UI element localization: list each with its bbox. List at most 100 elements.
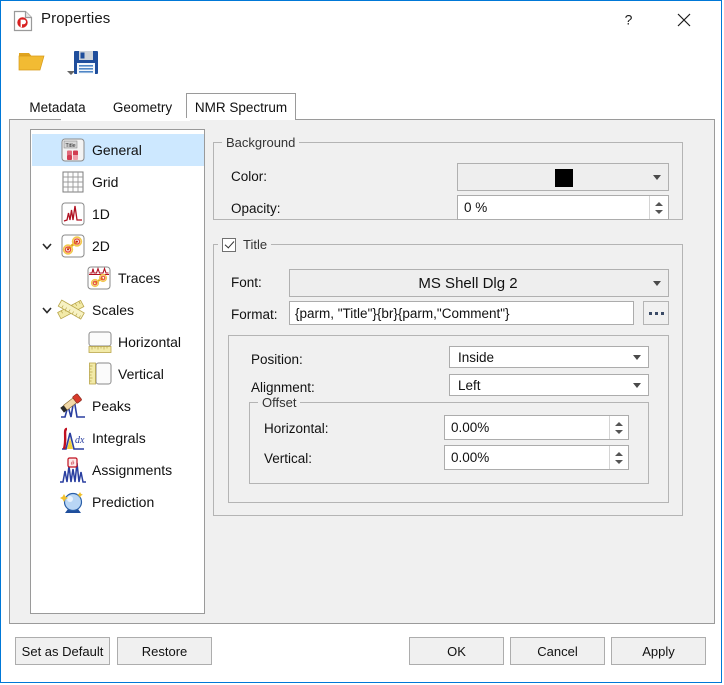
font-value: MS Shell Dlg 2 [418, 274, 518, 292]
chevron-down-icon[interactable] [626, 347, 648, 367]
sidebar-item-label: Assignments [92, 462, 173, 478]
font-combo[interactable]: MS Shell Dlg 2 [289, 269, 669, 297]
peaks-picker-icon [58, 393, 88, 419]
grid-icon [60, 169, 86, 195]
alignment-value: Left [458, 377, 481, 393]
title-bar: Properties ? [1, 1, 721, 39]
sidebar-item-scales[interactable]: Scales [32, 294, 204, 326]
svg-text:#: # [71, 460, 75, 467]
spinner-buttons[interactable] [609, 446, 628, 469]
title-general-icon: Title [60, 137, 86, 163]
open-folder-icon [17, 53, 51, 81]
settings-tree[interactable]: Title General Grid 1D 2D Traces Scales H… [30, 129, 205, 614]
spinner-buttons[interactable] [649, 196, 668, 219]
chevron-down-icon[interactable] [646, 164, 668, 190]
spinner-down-icon[interactable] [655, 209, 663, 214]
background-group: Background Color: Opacity: 0 % [213, 135, 683, 220]
chevron-down-icon[interactable] [40, 239, 54, 253]
tab-geometry[interactable]: Geometry [100, 96, 185, 119]
rulers-icon [56, 297, 85, 323]
sidebar-item-peaks[interactable]: Peaks [32, 390, 204, 422]
svg-text:Title: Title [65, 143, 75, 149]
horizontal-ruler-icon [86, 329, 112, 355]
sidebar-item-label: Integrals [92, 430, 146, 446]
chevron-down-icon[interactable] [646, 270, 668, 296]
sidebar-item-general[interactable]: Title General [32, 134, 204, 166]
position-combo[interactable]: Inside [449, 346, 649, 368]
svg-text:?: ? [624, 12, 632, 28]
position-value: Inside [458, 349, 495, 365]
offset-vertical-value[interactable]: 0.00% [445, 450, 609, 465]
assignments-icon: # [58, 457, 88, 483]
ok-button[interactable]: OK [409, 637, 504, 665]
tab-nmr-spectrum[interactable]: NMR Spectrum [186, 93, 296, 120]
spectrum-2d-icon [60, 233, 86, 259]
chevron-down-icon[interactable] [40, 303, 54, 317]
offset-group-title: Offset [258, 395, 301, 410]
sidebar-item-label: Horizontal [118, 334, 182, 350]
sidebar-item-label: 2D [92, 238, 110, 254]
chevron-down-icon[interactable] [626, 375, 648, 395]
offset-group: Offset Horizontal: 0.00% Vertical: 0.00% [249, 395, 649, 484]
window-title: Properties [41, 10, 111, 27]
offset-horizontal-value[interactable]: 0.00% [445, 420, 609, 435]
help-button[interactable]: ? [605, 1, 651, 39]
color-swatch [555, 169, 573, 187]
sidebar-item-2d[interactable]: 2D [32, 230, 204, 262]
close-button[interactable] [661, 1, 707, 39]
sidebar-item-vertical[interactable]: Vertical [32, 358, 204, 390]
title-group-header[interactable]: Title [218, 237, 272, 252]
tab-page-join [61, 118, 190, 121]
spinner-up-icon[interactable] [655, 201, 663, 206]
tab-label: Geometry [112, 100, 173, 115]
offset-vertical-spinner[interactable]: 0.00% [444, 445, 629, 470]
spinner-up-icon[interactable] [615, 451, 623, 456]
apply-button[interactable]: Apply [611, 637, 706, 665]
floppy-disk-icon [71, 51, 101, 81]
opacity-value[interactable]: 0 % [458, 200, 649, 215]
prediction-orb-icon [58, 489, 88, 515]
format-input[interactable]: {parm, "Title"}{br}{parm,"Comment"} [289, 301, 634, 325]
open-button[interactable] [17, 47, 75, 83]
sidebar-item-label: Grid [92, 174, 119, 190]
opacity-label: Opacity: [231, 201, 281, 216]
format-label: Format: [231, 307, 278, 322]
title-placement-panel: Position: Inside Alignment: Left Offset … [228, 335, 669, 503]
set-as-default-button[interactable]: Set as Default [15, 637, 110, 665]
offset-horizontal-spinner[interactable]: 0.00% [444, 415, 629, 440]
sidebar-item-label: Prediction [92, 494, 155, 510]
app-icon [13, 10, 33, 32]
sidebar-item-label: General [92, 142, 142, 158]
opacity-spinner[interactable]: 0 % [457, 195, 669, 220]
format-browse-button[interactable] [643, 301, 669, 325]
svg-text:dx: dx [75, 435, 85, 446]
font-label: Font: [231, 275, 262, 290]
offset-vertical-label: Vertical: [264, 451, 313, 466]
spinner-down-icon[interactable] [615, 459, 623, 464]
cancel-button[interactable]: Cancel [510, 637, 605, 665]
sidebar-item-1d[interactable]: 1D [32, 198, 204, 230]
sidebar-item-prediction[interactable]: Prediction [32, 486, 204, 518]
sidebar-item-horizontal[interactable]: Horizontal [32, 326, 204, 358]
sidebar-item-grid[interactable]: Grid [32, 166, 204, 198]
spinner-down-icon[interactable] [615, 429, 623, 434]
title-enable-checkbox[interactable] [222, 237, 236, 252]
alignment-combo[interactable]: Left [449, 374, 649, 396]
sidebar-item-label: 1D [92, 206, 110, 222]
vertical-ruler-icon [86, 361, 112, 387]
sidebar-item-assignments[interactable]: # Assignments [32, 454, 204, 486]
sidebar-item-label: Traces [118, 270, 161, 286]
offset-horizontal-label: Horizontal: [264, 421, 329, 436]
save-button[interactable] [71, 47, 107, 83]
background-color-combo[interactable] [457, 163, 669, 191]
sidebar-item-traces[interactable]: Traces [32, 262, 204, 294]
tab-metadata[interactable]: Metadata [15, 96, 100, 119]
sidebar-item-label: Vertical [118, 366, 164, 382]
tab-label: Metadata [29, 100, 86, 115]
restore-button[interactable]: Restore [117, 637, 212, 665]
title-group-title: Title [243, 237, 268, 252]
tab-label: NMR Spectrum [194, 99, 288, 115]
spinner-up-icon[interactable] [615, 421, 623, 426]
sidebar-item-integrals[interactable]: dx Integrals [32, 422, 204, 454]
spinner-buttons[interactable] [609, 416, 628, 439]
